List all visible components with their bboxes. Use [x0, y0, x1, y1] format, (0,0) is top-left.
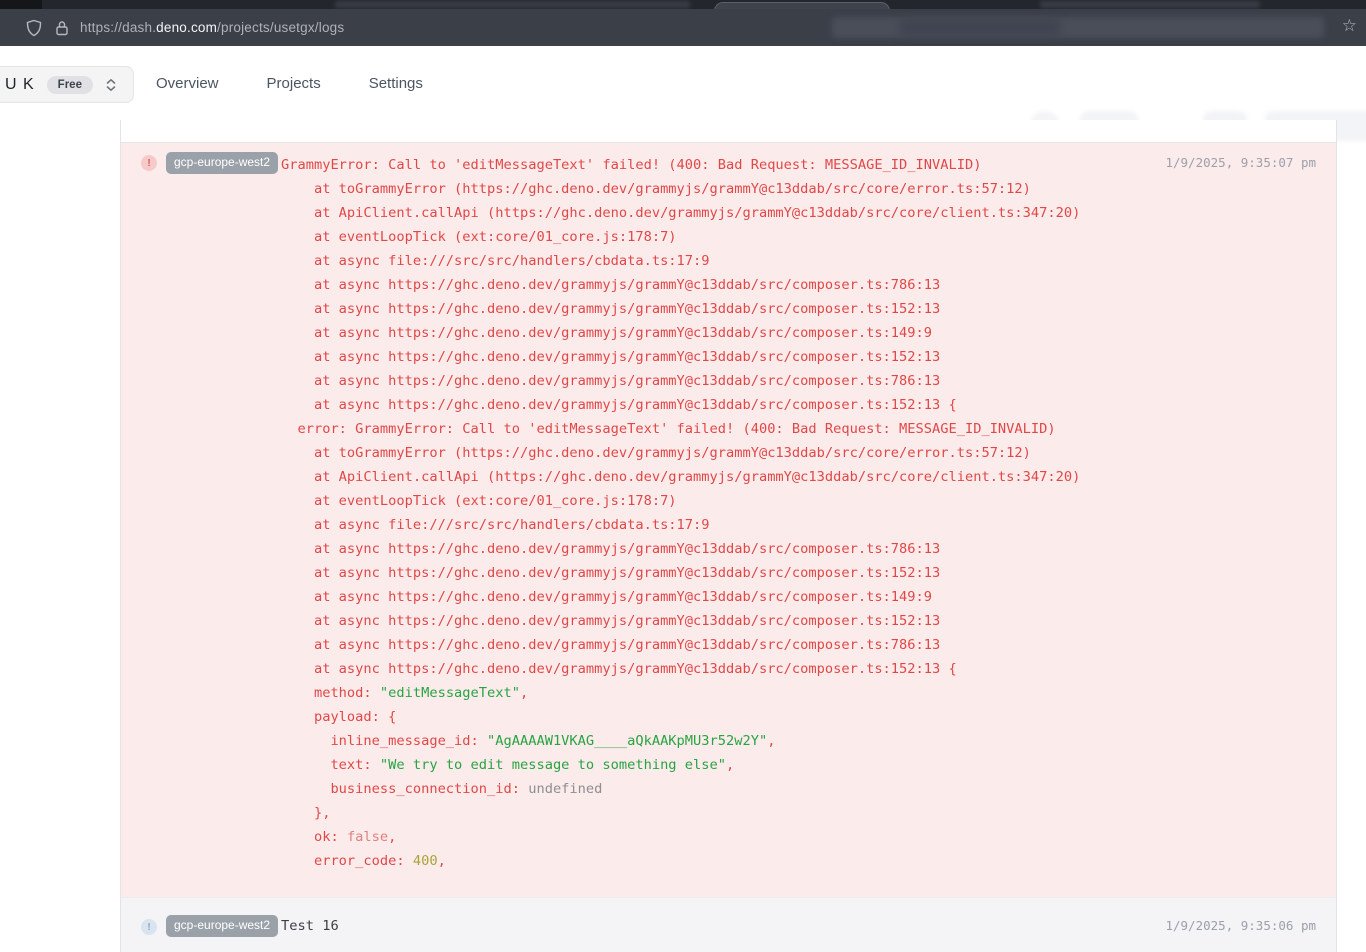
lock-icon[interactable] [54, 20, 70, 36]
log-message: Test 16 [281, 915, 339, 937]
log-row-partial [121, 120, 1336, 143]
chevron-updown-icon [105, 78, 117, 92]
browser-url-bar: https://dash.deno.com/projects/usetgx/lo… [0, 9, 1366, 46]
nav-item-overview[interactable]: Overview [156, 75, 219, 92]
region-badge: gcp-europe-west2 [166, 915, 278, 937]
url-input[interactable]: https://dash.deno.com/projects/usetgx/lo… [80, 20, 344, 35]
org-selector[interactable]: U K Free [0, 66, 134, 103]
redacted-tab-title [1040, 1, 1260, 8]
nav-item-settings[interactable]: Settings [369, 75, 423, 92]
tracking-protection-shield-icon[interactable] [25, 19, 43, 37]
log-row-error: ! gcp-europe-west2 GrammyError: Call to … [121, 143, 1336, 897]
browser-chrome: https://dash.deno.com/projects/usetgx/lo… [0, 0, 1366, 46]
bookmark-star-icon[interactable]: ☆ [1342, 16, 1357, 36]
info-exclamation-icon: ! [141, 919, 157, 935]
log-timestamp: 1/9/2025, 9:35:07 pm [1165, 155, 1316, 170]
redacted-url-query [900, 19, 1060, 35]
error-exclamation-icon: ! [141, 155, 157, 171]
log-row-info: ! gcp-europe-west2 Test 16 1/9/2025, 9:3… [121, 897, 1336, 952]
org-name: U K [5, 76, 35, 94]
browser-tab-strip [0, 0, 1366, 9]
logs-panel[interactable]: ! gcp-europe-west2 GrammyError: Call to … [120, 120, 1337, 952]
redacted-tab-title [335, 1, 690, 8]
tab-strip-corner [0, 0, 42, 9]
nav-item-projects[interactable]: Projects [267, 75, 321, 92]
main-nav: Overview Projects Settings [156, 46, 423, 120]
region-badge: gcp-europe-west2 [166, 152, 278, 174]
error-stack-trace: GrammyError: Call to 'editMessageText' f… [281, 153, 1156, 873]
dashboard-header: U K Free Overview Projects Settings [0, 46, 1366, 120]
browser-active-tab[interactable] [714, 2, 890, 9]
log-timestamp: 1/9/2025, 9:35:06 pm [1165, 918, 1316, 933]
plan-badge: Free [47, 76, 93, 94]
